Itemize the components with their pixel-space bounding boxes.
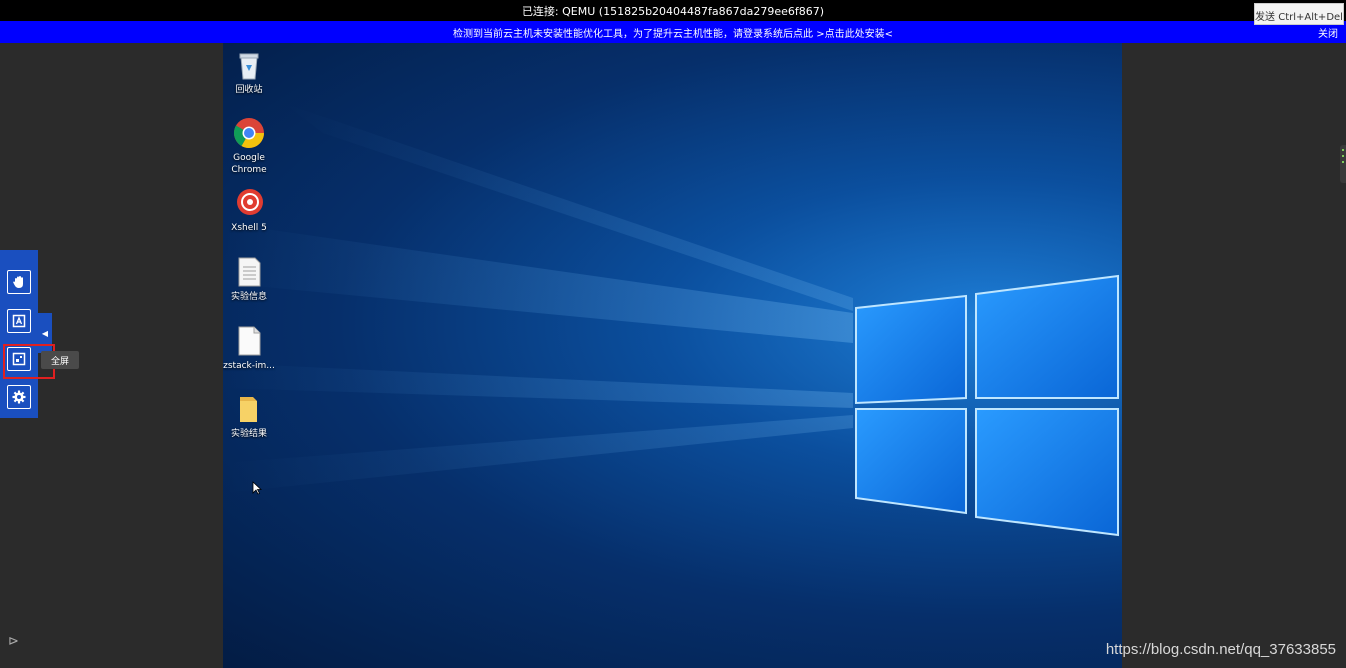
install-tools-notice[interactable]: 检测到当前云主机未安装性能优化工具，为了提升云主机性能，请登录系统后点此 >点击… <box>0 21 1346 43</box>
side-scroll-handle[interactable] <box>1340 145 1346 183</box>
watermark-text: https://blog.csdn.net/qq_37633855 <box>1105 641 1336 658</box>
virtual-keyboard-button[interactable] <box>7 309 31 333</box>
document-icon <box>233 256 265 288</box>
hand-icon <box>13 276 23 288</box>
desktop-icon-recycle-bin[interactable]: 回收站 <box>223 49 277 96</box>
desktop-icon-lab-results[interactable]: 实验结果 <box>223 393 277 440</box>
fullscreen-tooltip: 全屏 <box>41 351 80 369</box>
mouse-cursor-icon <box>252 481 262 495</box>
console-toolbar <box>0 250 38 418</box>
chevron-left-icon: ◀ <box>41 328 49 338</box>
send-ctrl-alt-del-button[interactable]: 发送 Ctrl+Alt+Del <box>1254 3 1344 25</box>
notice-close-button[interactable]: 关闭 <box>1318 25 1338 40</box>
keyboard-a-icon <box>12 314 26 328</box>
folder-icon <box>233 393 265 425</box>
connection-status-bar: 已连接: QEMU (151825b20404487fa867da279ee6f… <box>0 0 1346 21</box>
notice-text[interactable]: 检测到当前云主机未安装性能优化工具，为了提升云主机性能，请登录系统后点此 >点击… <box>453 25 893 40</box>
remote-desktop[interactable]: 回收站 Google Chrome Xshell 5 实验信息 zstack-i <box>223 43 1122 668</box>
settings-button[interactable] <box>7 385 31 409</box>
chrome-icon <box>233 117 265 149</box>
recycle-bin-icon <box>233 49 265 81</box>
vnc-console: 已连接: QEMU (151825b20404487fa867da279ee6f… <box>0 0 1346 668</box>
desktop-icon-lab-info[interactable]: 实验信息 <box>223 256 277 303</box>
gear-icon <box>12 390 26 404</box>
connection-title: 已连接: QEMU (151825b20404487fa867da279ee6f… <box>521 4 825 18</box>
desktop-icon-xshell[interactable]: Xshell 5 <box>223 187 277 234</box>
file-icon <box>233 325 265 357</box>
xshell-icon <box>233 187 265 219</box>
desktop-icon-chrome[interactable]: Google Chrome <box>223 117 277 176</box>
windows-wallpaper <box>223 103 1119 537</box>
desktop-icon-zstack-image[interactable]: zstack-im... <box>223 325 277 372</box>
drag-mode-button[interactable] <box>7 270 31 294</box>
expand-panel-icon[interactable]: ⊳ <box>8 634 19 649</box>
